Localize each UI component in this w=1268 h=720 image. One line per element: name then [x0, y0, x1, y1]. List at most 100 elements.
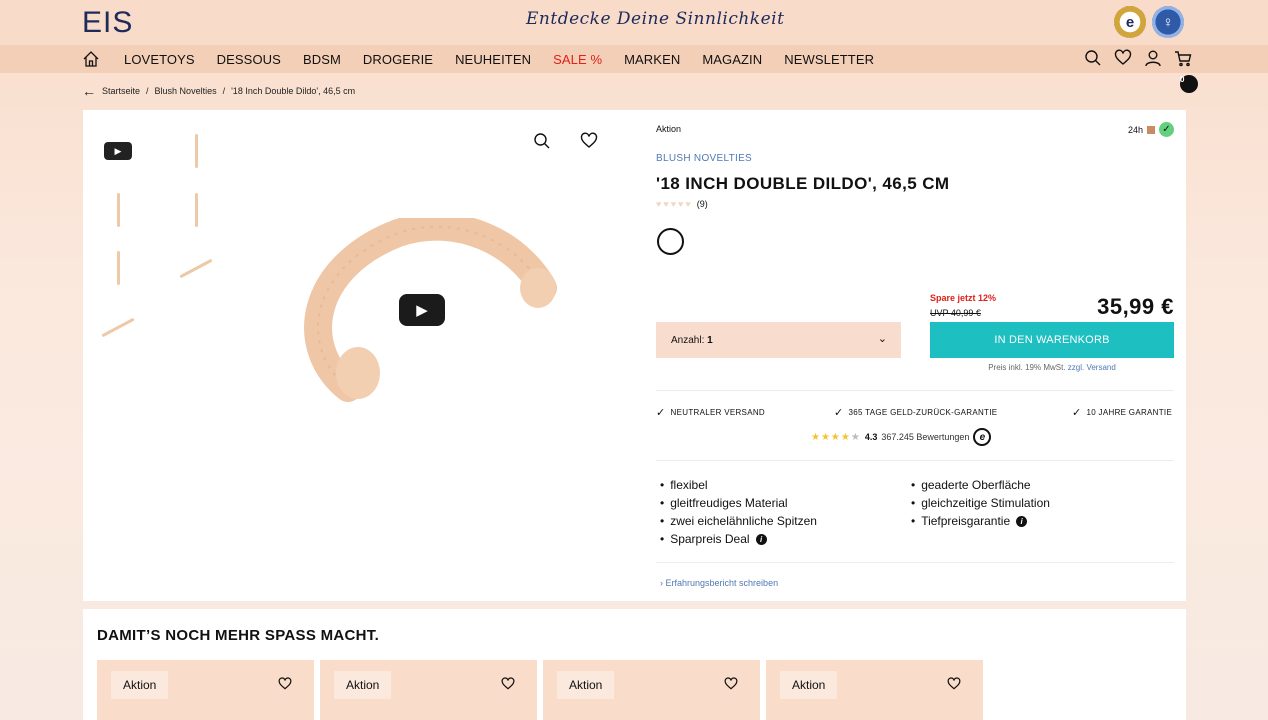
uvp-price: UVP 40,99 €	[930, 308, 981, 318]
nav-item-newsletter[interactable]: NEWSLETTER	[784, 52, 874, 67]
nav-menu: LOVETOYS DESSOUS BDSM DROGERIE NEUHEITEN…	[124, 52, 896, 67]
thumbnail-image[interactable]	[176, 248, 216, 288]
nav-icons: 0	[1084, 49, 1198, 93]
trust-item: ✓ 365 TAGE GELD-ZURÜCK-GARANTIE	[834, 406, 997, 419]
aktion-badge: Aktion	[334, 671, 392, 699]
product-tile[interactable]: Aktion	[97, 660, 314, 720]
play-icon: ▶	[104, 142, 132, 160]
back-arrow-icon[interactable]: ←	[82, 84, 96, 98]
trust-label: 365 TAGE GELD-ZURÜCK-GARANTIE	[848, 408, 998, 417]
nav-item-marken[interactable]: MARKEN	[624, 52, 680, 67]
breadcrumb: ← Startseite / Blush Novelties / '18 Inc…	[82, 84, 355, 98]
product-tile[interactable]: Aktion	[766, 660, 983, 720]
heart-icon: ♥	[663, 199, 669, 209]
wishlist-icon[interactable]	[278, 677, 292, 691]
heart-icon: ♥	[656, 199, 662, 209]
save-label: Spare jetzt 12%	[930, 293, 997, 303]
thumbnail-video[interactable]: ▶	[98, 131, 138, 171]
half-heart-icon: ♥	[685, 199, 691, 209]
shop-rating[interactable]: ★★★★★ 4.3 367.245 Bewertungen e	[811, 428, 992, 446]
trusted-shops-icon: e	[973, 428, 992, 446]
thumbnail-image[interactable]	[98, 248, 138, 288]
availability-indicator: 24h ✓	[1128, 122, 1174, 137]
write-review-label: Erfahrungsbericht schreiben	[665, 578, 779, 588]
color-swatch[interactable]	[657, 228, 684, 255]
info-icon[interactable]: i	[1016, 515, 1028, 527]
review-count: (9)	[696, 199, 708, 209]
rating-score: 4.3	[864, 432, 878, 442]
trust-item: ✓ 10 JAHRE GARANTIE	[1072, 406, 1172, 419]
thumbnail-image[interactable]	[176, 131, 216, 171]
product-tile[interactable]: Aktion	[543, 660, 760, 720]
top-bar: EIS Entdecke Deine Sinnlichkeit e ♀	[0, 0, 1268, 45]
feature-item: flexibel	[660, 476, 817, 494]
thumbnail-image[interactable]	[176, 190, 216, 230]
feature-item: Tiefpreisgarantiei	[911, 512, 1050, 530]
product-rating[interactable]: ♥ ♥ ♥ ♥ ♥ (9)	[656, 199, 708, 209]
aktion-badge: Aktion	[557, 671, 615, 699]
home-icon[interactable]	[82, 50, 100, 68]
trust-item: ✓ NEUTRALER VERSAND	[656, 406, 765, 419]
write-review-link[interactable]: › Erfahrungsbericht schreiben	[660, 578, 778, 588]
quantity-value: 1	[707, 334, 713, 346]
trust-label: NEUTRALER VERSAND	[670, 408, 765, 417]
vat-text: Preis inkl. 19% MwSt.	[988, 363, 1066, 372]
divider	[656, 562, 1174, 563]
feature-list-right: geaderte Oberfläche gleichzeitige Stimul…	[911, 476, 1050, 530]
search-icon[interactable]	[1084, 49, 1102, 67]
add-to-wishlist-icon[interactable]	[580, 132, 598, 150]
vat-note: Preis inkl. 19% MwSt. zzgl. Versand	[930, 363, 1174, 372]
feature-item: Sparpreis Deali	[660, 530, 817, 548]
feature-item: gleichzeitige Stimulation	[911, 494, 1050, 512]
site-logo[interactable]: EIS	[82, 6, 133, 40]
nav-item-dessous[interactable]: DESSOUS	[217, 52, 281, 67]
info-icon[interactable]: i	[755, 533, 767, 545]
aktion-label: Aktion	[656, 124, 682, 134]
check-icon: ✓	[1072, 407, 1082, 419]
recommendations-heading: DAMIT’S NOCH MEHR SPASS MACHT.	[97, 627, 380, 644]
wishlist-icon[interactable]	[947, 677, 961, 691]
product-tile[interactable]: Aktion	[320, 660, 537, 720]
rating-count: 367.245 Bewertungen	[881, 432, 970, 442]
main-navigation: LOVETOYS DESSOUS BDSM DROGERIE NEUHEITEN…	[0, 45, 1268, 93]
thumbnail-image[interactable]	[98, 307, 138, 347]
nav-item-sale[interactable]: SALE %	[553, 52, 602, 67]
breadcrumb-brand[interactable]: Blush Novelties	[155, 86, 217, 96]
rating-stars-icon: ★★★★★	[811, 431, 861, 443]
quantity-select[interactable]: Anzahl: 1 ⌄	[656, 322, 901, 358]
nav-item-bdsm[interactable]: BDSM	[303, 52, 341, 67]
breadcrumb-separator: /	[222, 86, 226, 96]
wishlist-icon[interactable]	[501, 677, 515, 691]
divider	[656, 460, 1174, 461]
shipping-link[interactable]: zzgl. Versand	[1068, 363, 1116, 372]
chevron-down-icon: ⌄	[877, 333, 887, 345]
nav-item-lovetoys[interactable]: LOVETOYS	[124, 52, 195, 67]
feature-item: geaderte Oberfläche	[911, 476, 1050, 494]
cart-count-badge: 0	[1180, 75, 1198, 93]
availability-text: 24h	[1127, 124, 1143, 135]
check-icon: ✓	[834, 407, 844, 419]
feature-list-left: flexibel gleitfreudiges Material zwei ei…	[660, 476, 817, 548]
seal-badge-icon[interactable]: ♀	[1152, 6, 1184, 38]
check-icon: ✓	[656, 407, 666, 419]
wishlist-icon[interactable]	[1114, 49, 1132, 67]
zoom-icon[interactable]	[533, 132, 551, 150]
add-to-cart-button[interactable]: IN DEN WARENKORB	[930, 322, 1174, 358]
breadcrumb-separator: /	[146, 86, 149, 96]
account-icon[interactable]	[1144, 49, 1162, 67]
nav-item-drogerie[interactable]: DROGERIE	[363, 52, 433, 67]
product-brand[interactable]: BLUSH NOVELTIES	[656, 153, 752, 164]
nav-item-neuheiten[interactable]: NEUHEITEN	[455, 52, 531, 67]
check-circle-icon: ✓	[1159, 122, 1174, 137]
nav-item-magazin[interactable]: MAGAZIN	[702, 52, 762, 67]
thumbnail-image[interactable]	[98, 190, 138, 230]
cart-icon[interactable]: 0	[1174, 49, 1198, 93]
video-play-button[interactable]: ▶	[399, 294, 445, 326]
trusted-shops-badge-icon[interactable]: e	[1114, 6, 1146, 38]
breadcrumb-home[interactable]: Startseite	[102, 86, 140, 96]
divider	[656, 390, 1174, 391]
recommendations-section: DAMIT’S NOCH MEHR SPASS MACHT. Aktion Ak…	[83, 609, 1186, 720]
tagline: Entdecke Deine Sinnlichkeit	[526, 9, 785, 29]
quantity-label: Anzahl:	[671, 334, 705, 346]
wishlist-icon[interactable]	[724, 677, 738, 691]
